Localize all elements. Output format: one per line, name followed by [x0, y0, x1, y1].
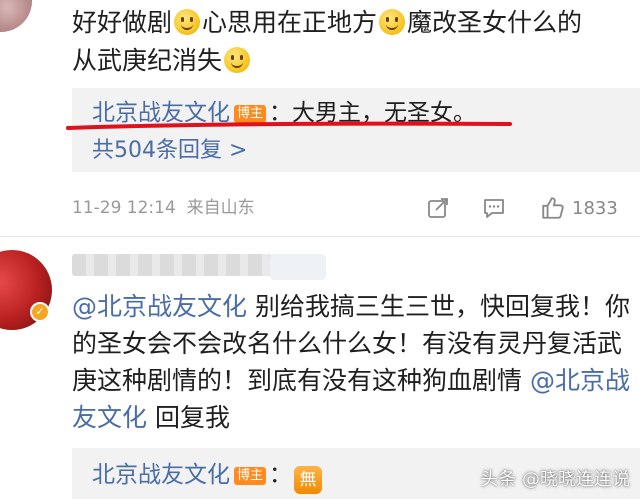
share-button[interactable]	[426, 194, 450, 222]
comment-text-part: 好好做剧	[72, 8, 173, 37]
comment-text: 好好做剧 心思用在正地方 魔改圣女什么的从武庚纪消失	[72, 4, 632, 80]
author-badge: 博主	[234, 105, 267, 123]
like-count: 1833	[572, 197, 618, 219]
smile-emoji-icon	[174, 9, 201, 35]
comment-button[interactable]	[482, 194, 506, 222]
commenter-name-tag	[270, 254, 326, 280]
mention-link[interactable]: @北京战友文化	[72, 292, 247, 321]
wu-emoji-icon: 無	[294, 466, 323, 494]
comment-meta: 11-29 12:14 来自山东	[72, 194, 255, 222]
verified-badge-icon: ✓	[30, 302, 50, 322]
author-reply: 北京战友文化 博主 ：大男主，无圣女。	[92, 96, 476, 130]
smile-emoji-icon	[379, 9, 406, 35]
comment-text: @北京战友文化 别给我搞三生三世，快回复我！你的圣女会不会改名什么什么女！有没有…	[72, 288, 634, 436]
author-link[interactable]: 北京战友文化	[92, 100, 230, 126]
author-badge: 博主	[234, 467, 267, 485]
comment-icon	[484, 199, 504, 218]
like-button[interactable]: 1833	[540, 194, 618, 222]
share-icon	[428, 198, 448, 218]
thumbs-up-icon	[542, 197, 564, 219]
comment-timestamp: 11-29 12:14	[72, 198, 176, 218]
comment-text-part: 从武庚纪消失	[72, 46, 223, 75]
author-reply: 北京战友文化 博主：無	[92, 458, 323, 494]
reply-text: ：大男主，无圣女。	[269, 100, 477, 126]
comment-text-part: 心思用在正地方	[202, 8, 378, 37]
comment-text-part: 回复我	[147, 403, 230, 432]
author-link[interactable]: 北京战友文化	[92, 462, 230, 488]
smile-emoji-icon	[224, 47, 251, 73]
comment-source: 来自山东	[186, 198, 255, 218]
commenter-name-blurred[interactable]	[72, 254, 272, 276]
view-replies-link[interactable]: 共504条回复 >	[92, 136, 247, 166]
comment-text-part: 魔改圣女什么的	[407, 8, 583, 37]
watermark: 头条 @晓晓连连说	[480, 469, 630, 490]
commenter-avatar[interactable]	[0, 0, 32, 32]
weibo-comment-page: 好好做剧 心思用在正地方 魔改圣女什么的 从武庚纪消失 北京战友文化 博主 ：大男主，无圣…	[0, 0, 640, 499]
reply-preview-box[interactable]: 北京战友文化 博主 ：大男主，无圣女。 共504条回复 >	[72, 88, 640, 172]
comment-divider	[0, 236, 640, 237]
reply-text: ：	[269, 462, 293, 488]
